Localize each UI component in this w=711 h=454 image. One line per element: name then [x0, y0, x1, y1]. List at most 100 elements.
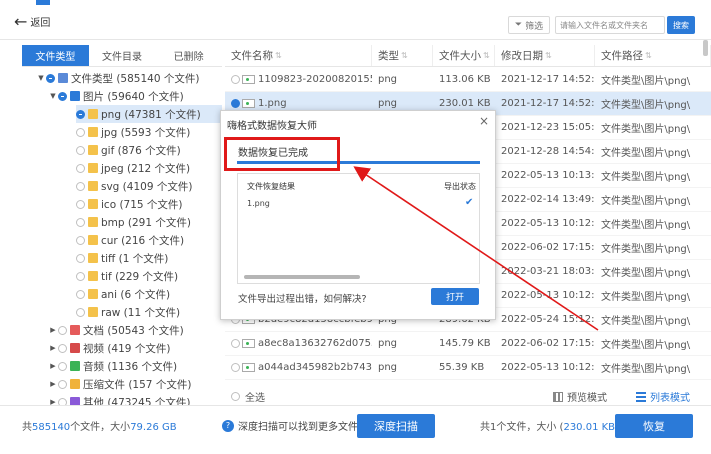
preview-mode-button[interactable]: 预览模式: [553, 389, 607, 404]
col-header-result: 文件恢复结果: [247, 182, 295, 191]
chevron-right-icon[interactable]: ▶: [48, 362, 58, 370]
checkbox[interactable]: [76, 109, 85, 119]
checkbox[interactable]: [76, 127, 85, 137]
cell-path: 文件类型\图片\png\: [595, 96, 711, 111]
checkbox[interactable]: [76, 217, 85, 227]
chevron-right-icon[interactable]: ▶: [48, 326, 58, 334]
cell-type: png: [372, 362, 433, 373]
cell-name: 1109823-202008201559...: [225, 74, 372, 85]
folder-icon: [88, 235, 98, 245]
tree-item-jpg[interactable]: jpg (5593 个文件): [76, 123, 190, 141]
tree-item-images[interactable]: ▼ 图片 (59640 个文件): [48, 87, 183, 105]
table-row[interactable]: 1109823-202008201559... png 113.06 KB 2021-…: [225, 68, 711, 92]
sort-icon: ⇅: [545, 51, 552, 60]
checkbox[interactable]: [58, 379, 67, 389]
cell-text: 2022-05-13 10:12:31: [501, 362, 595, 373]
tab-file-type[interactable]: 文件类型: [22, 45, 89, 66]
cell-text: png: [378, 98, 398, 109]
col-header-export: 导出状态: [444, 182, 476, 191]
checkbox[interactable]: [58, 91, 67, 101]
tree-item-audio[interactable]: ▶ 音频 (1136 个文件): [48, 357, 177, 375]
col-header-name[interactable]: 文件名称 ⇅: [225, 45, 372, 66]
checkbox[interactable]: [76, 271, 85, 281]
tree-item-cur[interactable]: cur (216 个文件): [76, 231, 184, 249]
tree-item-tiff[interactable]: tiff (1 个文件): [76, 249, 168, 267]
tree-item-archives[interactable]: ▶ 压缩文件 (157 个文件): [48, 375, 191, 393]
tree-item-png[interactable]: png (47381 个文件): [76, 105, 222, 123]
col-header-size[interactable]: 文件大小 ⇅: [433, 45, 495, 66]
select-all[interactable]: 全选: [231, 389, 265, 404]
close-icon[interactable]: ×: [479, 114, 489, 128]
export-error-help-link[interactable]: 文件导出过程出错，如何解决?: [238, 291, 367, 305]
chevron-right-icon[interactable]: ▶: [48, 380, 58, 388]
cell-date: 2022-05-13 10:13:50: [495, 170, 595, 181]
cell-text: 文件类型\图片\png\: [601, 220, 691, 231]
checkbox[interactable]: [76, 181, 85, 191]
checkbox[interactable]: [231, 392, 240, 401]
cell-date: 2021-12-28 14:54:01: [495, 146, 595, 157]
checkbox[interactable]: [231, 74, 240, 84]
checkbox[interactable]: [58, 343, 67, 353]
category-panel: 文件类型 文件目录 已删除 ▼ 文件类型 (585140 个文件) ▼ 图片 (59…: [22, 45, 222, 409]
cell-text: 55.39 KB: [439, 362, 485, 373]
cell-path: 文件类型\图片\png\: [595, 144, 711, 159]
cell-text: 1.png: [258, 98, 287, 109]
checkbox[interactable]: [231, 338, 240, 348]
cell-text: png: [378, 362, 398, 373]
deep-scan-button[interactable]: 深度扫描: [357, 414, 435, 438]
tree-item-gif[interactable]: gif (876 个文件): [76, 141, 181, 159]
cell-text: 文件类型\图片\png\: [601, 196, 691, 207]
cell-text: 文件类型\图片\png\: [601, 100, 691, 111]
checkbox[interactable]: [76, 289, 85, 299]
checkbox[interactable]: [76, 145, 85, 155]
col-header-type[interactable]: 类型 ⇅: [372, 45, 433, 66]
tab-deleted[interactable]: 已删除: [155, 45, 222, 66]
app-logo-stub: [36, 0, 50, 5]
tree-item-all[interactable]: ▼ 文件类型 (585140 个文件): [36, 69, 199, 87]
tree-item-tif[interactable]: tif (229 个文件): [76, 267, 178, 285]
tree-item-svg[interactable]: svg (4109 个文件): [76, 177, 192, 195]
checkbox[interactable]: [231, 362, 240, 372]
checkbox[interactable]: [58, 361, 67, 371]
table-row[interactable]: a8ec8a13632762d0753a... png 145.79 KB 2022-…: [225, 332, 711, 356]
tree-item-jpeg[interactable]: jpeg (212 个文件): [76, 159, 190, 177]
col-header-path[interactable]: 文件路径 ⇅: [595, 45, 711, 66]
checkbox[interactable]: [231, 98, 240, 108]
chevron-right-icon[interactable]: ▶: [48, 344, 58, 352]
tree-item-videos[interactable]: ▶ 视频 (419 个文件): [48, 339, 170, 357]
cell-date: 2022-05-13 10:12:31: [495, 362, 595, 373]
checkbox[interactable]: [46, 73, 55, 83]
back-button[interactable]: ← 返回: [14, 13, 50, 29]
tab-file-directory[interactable]: 文件目录: [89, 45, 156, 66]
tree-item-ico[interactable]: ico (715 个文件): [76, 195, 183, 213]
recover-button[interactable]: 恢复: [615, 414, 693, 438]
checkbox[interactable]: [76, 163, 85, 173]
sort-icon: ⇅: [275, 51, 282, 60]
search-button[interactable]: 搜索: [667, 16, 695, 34]
cell-size: 55.39 KB: [433, 362, 495, 373]
chevron-down-icon[interactable]: ▼: [36, 74, 46, 82]
cell-text: 文件类型\图片\png\: [601, 316, 691, 327]
checkbox[interactable]: [76, 307, 85, 317]
checkbox[interactable]: [76, 199, 85, 209]
folder-icon: [88, 307, 98, 317]
cell-text: 2021-12-23 15:05:32: [501, 122, 595, 133]
search-input[interactable]: [555, 16, 665, 34]
filter-button[interactable]: ⏷ 筛选: [508, 16, 550, 34]
cell-name: 1.png: [225, 98, 372, 109]
tree-item-ani[interactable]: ani (6 个文件): [76, 285, 170, 303]
table-row[interactable]: a044ad345982b2b74349... png 55.39 KB 2022-0…: [225, 356, 711, 380]
col-header-date[interactable]: 修改日期 ⇅: [495, 45, 595, 66]
checkbox[interactable]: [58, 325, 67, 335]
open-folder-button[interactable]: 打开: [431, 288, 479, 305]
checkbox[interactable]: [76, 235, 85, 245]
tree-item-raw[interactable]: raw (11 个文件): [76, 303, 180, 321]
cell-path: 文件类型\图片\png\: [595, 72, 711, 87]
list-mode-button[interactable]: 列表模式: [636, 389, 690, 404]
computer-icon: [58, 73, 68, 83]
chevron-down-icon[interactable]: ▼: [48, 92, 58, 100]
result-list-scrollbar[interactable]: [244, 275, 360, 279]
tree-item-documents[interactable]: ▶ 文档 (50543 个文件): [48, 321, 183, 339]
checkbox[interactable]: [76, 253, 85, 263]
tree-item-bmp[interactable]: bmp (291 个文件): [76, 213, 191, 231]
